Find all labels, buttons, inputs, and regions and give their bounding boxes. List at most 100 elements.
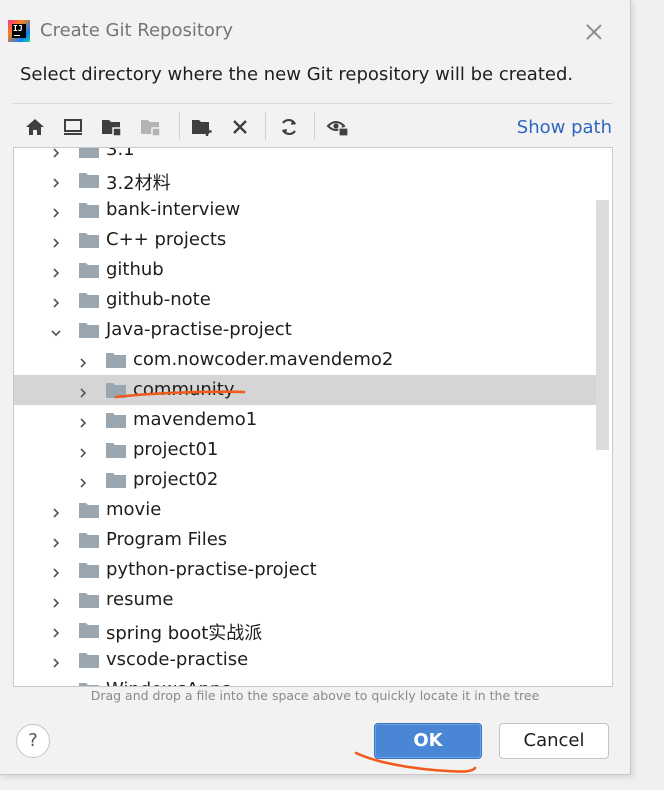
tree-row-label: Program Files [106,529,228,550]
chevron-right-icon[interactable] [50,148,62,158]
directory-tree[interactable]: 3.1 3.2材料 bank-interview C++ projects github… [13,147,613,687]
tree-row[interactable]: project01 [14,435,597,465]
folder-icon [106,412,126,428]
tree-row[interactable]: spring boot实战派 [14,615,597,645]
toolbar-separator [314,112,315,140]
chevron-right-icon[interactable] [50,654,62,668]
dialog-description: Select directory where the new Git repos… [20,64,574,85]
tree-row-label: movie [106,499,162,520]
tree-row[interactable]: Program Files [14,525,597,555]
tree-row-label: 3.2材料 [106,173,171,194]
tree-row[interactable]: python-practise-project [14,555,597,585]
delete-icon[interactable] [227,114,253,140]
home-icon[interactable] [22,114,48,140]
chevron-right-icon[interactable] [50,174,62,188]
close-icon[interactable] [582,20,606,44]
chevron-right-icon[interactable] [77,474,89,488]
tree-row[interactable]: bank-interview [14,195,597,225]
ok-button[interactable]: OK [374,723,482,759]
tree-row[interactable]: community [14,375,597,405]
chevron-right-icon[interactable] [50,504,62,518]
folder-icon [79,292,99,308]
folder-icon [79,532,99,548]
folder-icon [79,322,99,338]
chevron-right-icon[interactable] [50,294,62,308]
folder-icon [79,148,99,158]
show-hidden-icon[interactable] [325,114,351,140]
intellij-logo-icon: IJ [8,20,30,42]
chevron-right-icon[interactable] [50,624,62,638]
folder-icon [79,652,99,668]
folder-icon [79,172,99,188]
toolbar-separator [179,112,180,140]
chevron-right-icon[interactable] [50,534,62,548]
dialog-title: Create Git Repository [40,20,233,41]
tree-row-label: github-note [106,289,211,310]
tree-row[interactable]: WindowsApps [14,675,597,686]
folder-icon [79,502,99,518]
chevron-right-icon[interactable] [50,684,62,686]
tree-row-label: mavendemo1 [133,409,258,430]
create-git-repository-dialog: IJ Create Git Repository Select director… [0,0,631,775]
folder-icon [79,622,99,638]
tree-row[interactable]: project02 [14,465,597,495]
folder-icon [79,202,99,218]
tree-row-label: com.nowcoder.mavendemo2 [133,349,394,370]
folder-icon [106,442,126,458]
tree-scrollbar[interactable] [596,200,609,450]
tree-row[interactable]: 3.2材料 [14,165,597,195]
tree-row-label: project01 [133,439,219,460]
refresh-icon[interactable] [276,114,302,140]
chevron-right-icon[interactable] [50,234,62,248]
toolbar-separator [265,112,266,140]
tree-row-label: python-practise-project [106,559,317,580]
tree-row-label: WindowsApps [106,679,231,686]
show-path-link[interactable]: Show path [517,117,612,138]
help-button[interactable]: ? [16,724,50,758]
file-chooser-toolbar: Show path [13,103,612,148]
tree-row-label: spring boot实战派 [106,623,263,644]
tree-row-label: resume [106,589,174,610]
folder-icon [79,682,99,686]
tree-row[interactable]: com.nowcoder.mavendemo2 [14,345,597,375]
tree-row-label: community [133,379,235,400]
drag-drop-hint: Drag and drop a file into the space abov… [90,688,540,703]
folder-icon [106,472,126,488]
tree-row[interactable]: C++ projects [14,225,597,255]
chevron-right-icon[interactable] [50,204,62,218]
tree-row[interactable]: 3.1 [14,147,597,165]
tree-row[interactable]: Java-practise-project [14,315,597,345]
chevron-right-icon[interactable] [77,384,89,398]
tree-row-label: Java-practise-project [106,319,292,340]
logo-text: IJ [12,24,26,38]
cancel-button[interactable]: Cancel [499,723,609,759]
chevron-right-icon[interactable] [50,264,62,278]
module-folder-icon [138,114,164,140]
folder-icon [79,592,99,608]
chevron-right-icon[interactable] [50,594,62,608]
chevron-right-icon[interactable] [77,354,89,368]
tree-row[interactable]: movie [14,495,597,525]
tree-row-label: vscode-practise [106,649,249,670]
tree-row-label: 3.1 [106,147,135,160]
chevron-right-icon[interactable] [77,414,89,428]
new-folder-icon[interactable] [189,114,215,140]
tree-row[interactable]: mavendemo1 [14,405,597,435]
chevron-down-icon[interactable] [50,324,62,337]
tree-row-label: C++ projects [106,229,227,250]
chevron-right-icon[interactable] [77,444,89,458]
folder-icon [106,382,126,398]
chevron-right-icon[interactable] [50,564,62,578]
tree-row-label: project02 [133,469,219,490]
tree-row-label: github [106,259,164,280]
tree-row[interactable]: vscode-practise [14,645,597,675]
desktop-icon[interactable] [60,114,86,140]
folder-icon [79,562,99,578]
tree-row[interactable]: github [14,255,597,285]
folder-icon [79,262,99,278]
title-bar: IJ Create Git Repository [0,0,630,62]
tree-row[interactable]: resume [14,585,597,615]
folder-icon [79,232,99,248]
tree-row[interactable]: github-note [14,285,597,315]
project-folder-icon[interactable] [99,114,125,140]
